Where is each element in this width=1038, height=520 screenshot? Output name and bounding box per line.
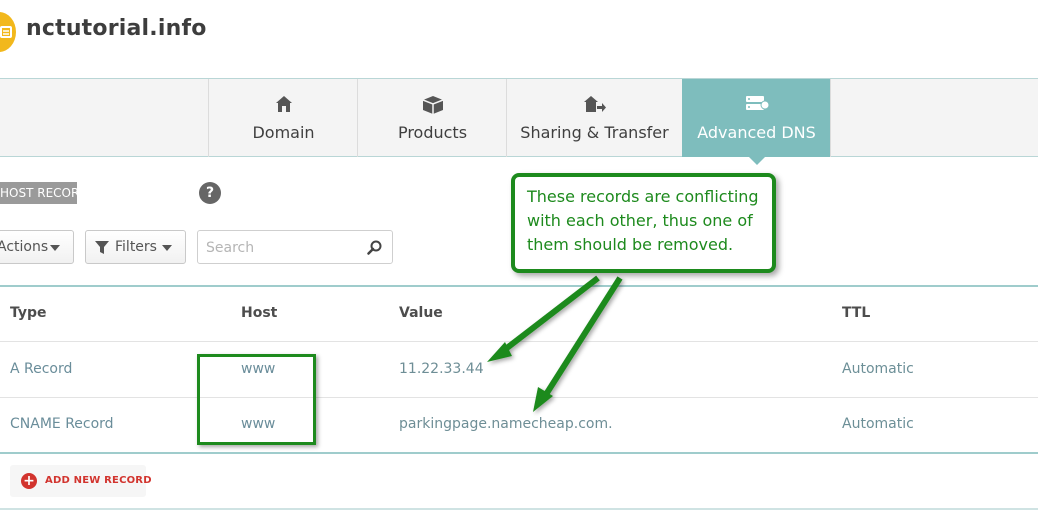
tab-domain-label: Domain: [252, 123, 315, 142]
tag-icon: [0, 26, 12, 38]
chevron-down-icon: [162, 245, 172, 251]
record-type: CNAME Record: [10, 416, 114, 432]
tab-products-label: Products: [397, 123, 468, 142]
annotation-line: with each other, thus one of: [527, 211, 753, 230]
filter-icon: [95, 241, 109, 254]
tab-advanced-dns-label: Advanced DNS: [697, 123, 816, 142]
record-ttl: Automatic: [842, 361, 914, 377]
filters-label: Filters: [115, 239, 157, 255]
tab-divider: [830, 79, 831, 157]
table-top-border: [0, 285, 1038, 287]
search-input[interactable]: [204, 237, 358, 259]
annotation-arrowhead: [533, 387, 553, 412]
tab-sharing-transfer-label: Sharing & Transfer: [520, 123, 669, 142]
tab-products[interactable]: Products: [357, 79, 507, 157]
tab-advanced-dns[interactable]: Advanced DNS: [682, 79, 830, 165]
column-header-type: Type: [10, 305, 47, 321]
annotation-line: them should be removed.: [527, 235, 734, 254]
domain-logo: [0, 12, 16, 52]
chevron-down-icon: [50, 245, 60, 251]
record-value: parkingpage.namecheap.com.: [399, 416, 613, 432]
add-new-record-button[interactable]: + ADD NEW RECORD: [10, 465, 152, 497]
row-divider: [0, 397, 1038, 398]
filters-dropdown[interactable]: Filters: [85, 230, 186, 264]
row-divider: [0, 341, 1038, 342]
record-type: A Record: [10, 361, 73, 377]
home-icon: [275, 96, 292, 112]
actions-label: Actions: [0, 239, 49, 255]
column-header-ttl: TTL: [842, 305, 871, 321]
actions-dropdown[interactable]: Actions: [0, 230, 74, 264]
search-icon[interactable]: [367, 240, 382, 255]
annotation-callout: These records are conflicting with each …: [511, 173, 776, 273]
page-bottom-border: [0, 508, 1038, 510]
host-highlight-box: [197, 354, 316, 445]
tab-domain[interactable]: Domain: [208, 79, 358, 157]
record-ttl: Automatic: [842, 416, 914, 432]
server-icon: [745, 96, 769, 110]
annotation-arrow-to-cname: [542, 276, 623, 398]
transfer-icon: [583, 96, 606, 112]
plus-circle-icon: +: [21, 473, 37, 489]
tab-sharing-transfer[interactable]: Sharing & Transfer: [506, 79, 682, 157]
box-icon: [422, 96, 443, 114]
domain-tab-bar: Domain Products Sharing & Transfer Advan…: [0, 78, 1038, 165]
annotation-arrowhead: [487, 342, 512, 362]
record-value: 11.22.33.44: [399, 361, 484, 377]
help-icon[interactable]: ?: [199, 182, 221, 204]
column-header-host: Host: [241, 305, 278, 321]
annotation-line: These records are conflicting: [527, 187, 759, 206]
host-records-heading: HOST RECORDS: [0, 182, 77, 204]
search-field: [197, 230, 393, 264]
add-new-record-label: ADD NEW RECORD: [45, 475, 152, 486]
domain-title: nctutorial.info: [26, 16, 207, 41]
table-bottom-border: [0, 452, 1038, 454]
column-header-value: Value: [399, 305, 443, 321]
